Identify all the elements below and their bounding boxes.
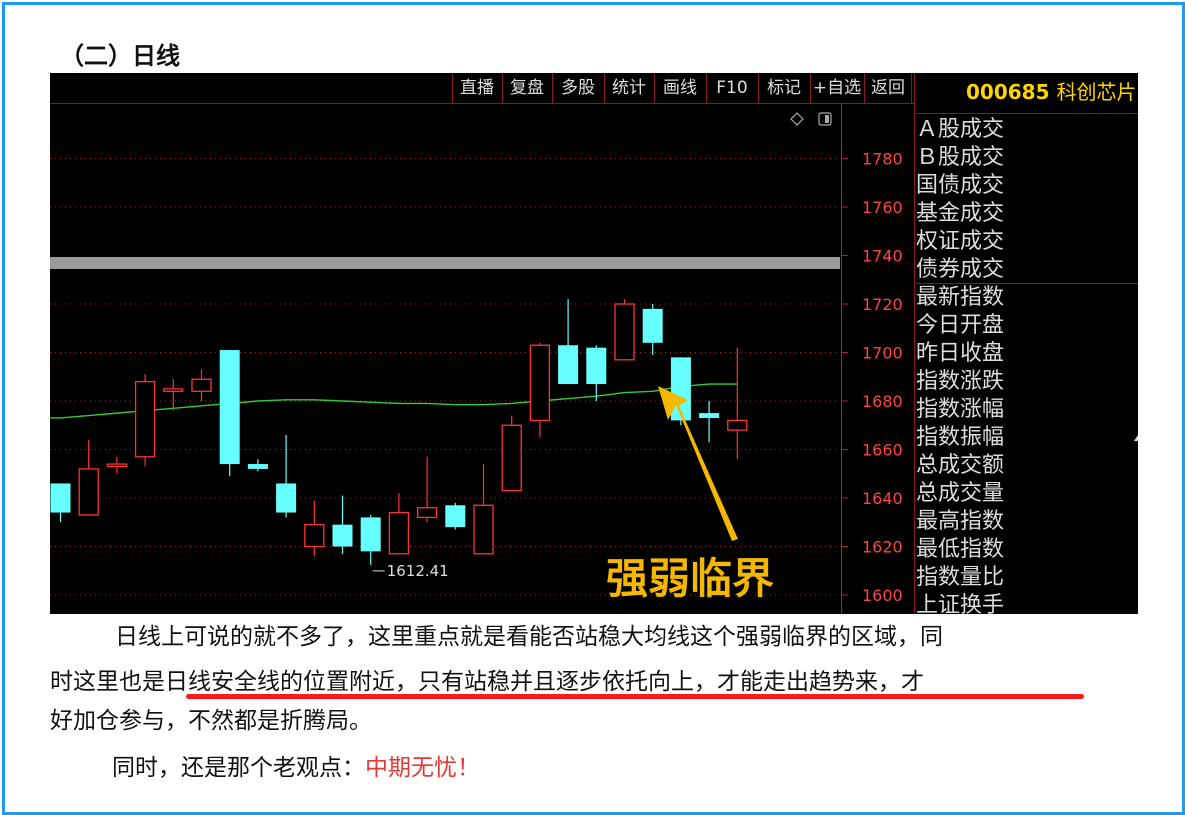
annotation-label: 强弱临界 xyxy=(606,554,774,603)
y-tick-label: 1780 xyxy=(862,150,903,169)
y-tick-label: 1720 xyxy=(862,295,903,314)
sidebar-item-high-index[interactable]: 最高指数 xyxy=(916,508,1138,536)
candle-body-up xyxy=(529,344,551,422)
sidebar-item-warrant-volume[interactable]: 权证成交 xyxy=(916,228,1138,256)
y-tick-label: 1700 xyxy=(862,344,903,363)
sidebar-item-total-amount[interactable]: 总成交额 xyxy=(916,452,1138,480)
candle-body-up xyxy=(388,511,410,555)
paragraph-2: 同时，还是那个老观点：中期无忧！ xyxy=(112,748,480,788)
sidebar-item-volume-ratio[interactable]: 指数量比 xyxy=(916,564,1138,592)
candle-body-up xyxy=(163,388,184,392)
y-axis-ticks: 1600 1620 1640 1660 1680 1700 1720 1740 1760 1780 xyxy=(841,150,903,605)
low-marker: 1612.41 xyxy=(372,562,449,580)
y-tick-label: 1620 xyxy=(862,538,903,557)
candle-body-up xyxy=(727,419,748,431)
y-tick-label: 1640 xyxy=(862,489,903,508)
candle-body-down xyxy=(558,345,579,385)
candle-body-down xyxy=(276,483,297,513)
sidebar-item-low-index[interactable]: 最低指数 xyxy=(916,536,1138,564)
candle-body-up xyxy=(191,378,212,392)
sidebar-item-turnover[interactable]: 上证换手 xyxy=(916,592,1138,614)
y-tick-label: 1760 xyxy=(862,198,903,217)
y-tick-label: 1600 xyxy=(862,586,903,605)
diamond-icon[interactable] xyxy=(790,112,804,126)
stock-software-screenshot: 直播 复盘 多股 统计 画线 F10 标记 +自选 返回 000685 科创芯片… xyxy=(50,73,1138,614)
sidebar-item-index-change-pct[interactable]: 指数涨幅 xyxy=(916,396,1138,424)
candle-body-up xyxy=(106,463,128,468)
red-underline-mark xyxy=(186,694,1084,699)
candle-body-down xyxy=(219,350,240,465)
y-tick-label: 1660 xyxy=(862,441,903,460)
candle-body-down xyxy=(50,483,71,513)
sidebar-item-index-change[interactable]: 指数涨跌 xyxy=(916,368,1138,396)
candle-body-up xyxy=(614,303,635,361)
paragraph-1-line-3: 好加仓参与，不然都是折腾局。 xyxy=(50,708,372,734)
candle-body-down xyxy=(586,347,607,385)
index-field-list: Ａ股成交 Ｂ股成交 国债成交 基金成交 权证成交 债券成交 最新指数 今日开盘 … xyxy=(916,116,1138,614)
candle-body-down xyxy=(445,505,466,528)
sidebar-item-latest-index[interactable]: 最新指数 xyxy=(916,284,1138,312)
sidebar-item-prev-close[interactable]: 昨日收盘 xyxy=(916,340,1138,368)
chart-controls xyxy=(790,112,832,126)
candle-body-down xyxy=(699,413,720,418)
sidebar-item-fund-volume[interactable]: 基金成交 xyxy=(916,200,1138,228)
candle-body-up xyxy=(134,380,156,458)
sidebar-item-today-open[interactable]: 今日开盘 xyxy=(916,312,1138,340)
candle-body-down xyxy=(332,524,353,547)
gray-band xyxy=(50,257,840,269)
y-tick-label: 1680 xyxy=(862,392,903,411)
sidebar-item-a-share-volume[interactable]: Ａ股成交 xyxy=(916,116,1138,144)
paragraph-2-highlight: 中期无忧！ xyxy=(365,755,480,781)
sidebar-item-total-volume[interactable]: 总成交量 xyxy=(916,480,1138,508)
candle-body-down xyxy=(642,308,663,343)
candle-body-up xyxy=(304,524,325,548)
y-tick-label: 1740 xyxy=(862,247,903,266)
low-value-label: 1612.41 xyxy=(387,562,449,580)
sidebar-item-bond-volume[interactable]: 债券成交 xyxy=(916,256,1138,284)
candles xyxy=(50,299,748,565)
section-heading: （二）日线 xyxy=(60,42,180,70)
paragraph-1-line-1: 日线上可说的就不多了，这里重点就是看能否站稳大均线这个强弱临界的区域，同 xyxy=(115,624,943,650)
candle-body-up xyxy=(416,507,438,519)
sidebar-item-treasury-volume[interactable]: 国债成交 xyxy=(916,172,1138,200)
paragraph-2-text: 同时，还是那个老观点： xyxy=(112,755,365,781)
sidebar-item-index-amplitude[interactable]: 指数振幅 xyxy=(916,424,1138,452)
sidebar-item-b-share-volume[interactable]: Ｂ股成交 xyxy=(916,144,1138,172)
annotation-arrow-shape xyxy=(658,386,738,541)
candle-body-up xyxy=(501,424,522,492)
grid xyxy=(50,158,840,596)
candle-body-down xyxy=(247,464,268,469)
candle-body-down xyxy=(360,517,381,552)
annotation-arrow xyxy=(658,386,738,541)
candle-body-up xyxy=(473,504,494,555)
candle-body-up xyxy=(78,468,99,516)
panel-toggle-fill xyxy=(825,115,829,123)
